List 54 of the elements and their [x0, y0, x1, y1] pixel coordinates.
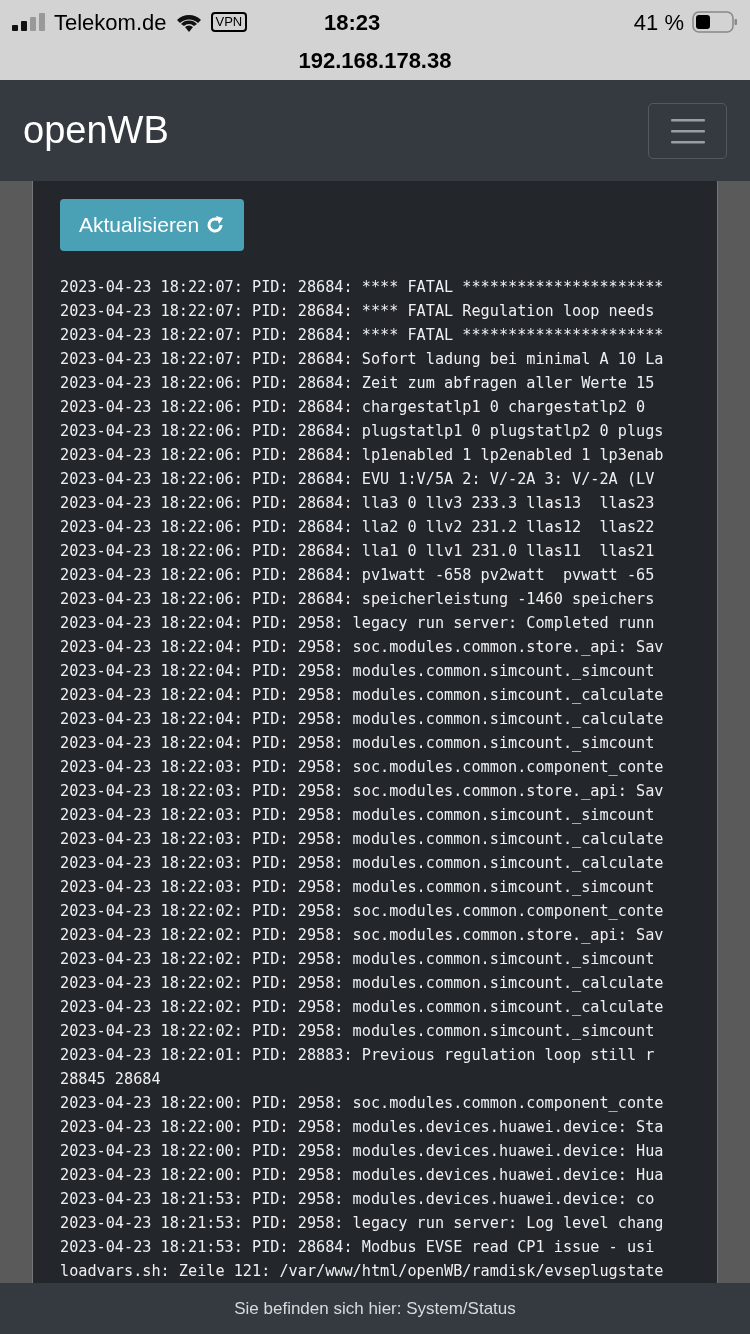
- url-text: 192.168.178.38: [298, 47, 452, 75]
- log-line: 2023-04-23 18:21:53: PID: 2958: legacy run server: Log level chang: [60, 1213, 664, 1234]
- vpn-badge: VPN: [210, 12, 248, 32]
- log-line: 2023-04-23 18:22:04: PID: 2958: modules.common.simcount._calculate: [60, 685, 664, 706]
- battery-percent: 41 %: [633, 8, 684, 37]
- log-line: 2023-04-23 18:22:07: PID: 28684: Sofort ladung bei minimal A 10 La: [60, 349, 664, 370]
- log-line: 2023-04-23 18:22:02: PID: 2958: modules.common.simcount._calculate: [60, 973, 664, 994]
- log-line: 2023-04-23 18:22:06: PID: 28684: EVU 1:V/5A 2: V/-2A 3: V/-2A (LV: [60, 469, 655, 490]
- log-line: 2023-04-23 18:22:02: PID: 2958: modules.common.simcount._calculate: [60, 997, 664, 1018]
- log-line: 2023-04-23 18:22:06: PID: 28684: lla3 0 llv3 233.3 llas13 llas23: [60, 493, 655, 514]
- log-line: 2023-04-23 18:22:02: PID: 2958: soc.modules.common.store._api: Sav: [60, 925, 664, 946]
- log-line: 2023-04-23 18:22:00: PID: 2958: modules.devices.huawei.device: Hua: [60, 1165, 664, 1186]
- log-line: 2023-04-23 18:22:04: PID: 2958: soc.modules.common.store._api: Sav: [60, 637, 664, 658]
- log-line: 28845 28684: [60, 1069, 161, 1090]
- log-line: 2023-04-23 18:22:06: PID: 28684: lla2 0 llv2 231.2 llas12 llas22: [60, 517, 655, 538]
- menu-icon: [670, 117, 705, 144]
- log-line: 2023-04-23 18:22:02: PID: 2958: soc.modules.common.component_conte: [60, 901, 664, 922]
- log-line: 2023-04-23 18:22:03: PID: 2958: modules.common.simcount._calculate: [60, 853, 664, 874]
- carrier-name: Telekom.de: [54, 8, 167, 37]
- brand-title[interactable]: openWB: [23, 102, 169, 159]
- log-line: 2023-04-23 18:22:06: PID: 28684: plugstatlp1 0 plugstatlp2 0 plugs: [60, 421, 664, 442]
- log-line: 2023-04-23 18:21:53: PID: 28684: Modbus EVSE read CP1 issue - usi: [60, 1237, 655, 1258]
- log-line: 2023-04-23 18:22:01: PID: 28883: Previous regulation loop still r: [60, 1045, 655, 1066]
- log-line: 2023-04-23 18:22:06: PID: 28684: lp1enabled 1 lp2enabled 1 lp3enab: [60, 445, 664, 466]
- log-line: 2023-04-23 18:22:04: PID: 2958: modules.common.simcount._simcount: [60, 733, 655, 754]
- log-line: 2023-04-23 18:22:02: PID: 2958: modules.common.simcount._simcount: [60, 949, 655, 970]
- log-line: 2023-04-23 18:22:07: PID: 28684: **** FATAL Regulation loop needs: [60, 301, 655, 322]
- log-line: 2023-04-23 18:22:04: PID: 2958: modules.common.simcount._calculate: [60, 709, 664, 730]
- refresh-icon: [205, 215, 226, 235]
- log-line: loadvars.sh: Zeile 121: /var/www/html/openWB/ramdisk/evseplugstate: [60, 1261, 664, 1282]
- log-line: 2023-04-23 18:22:06: PID: 28684: lla1 0 llv1 231.0 llas11 llas21: [60, 541, 655, 562]
- log-line: 2023-04-23 18:22:07: PID: 28684: **** FATAL **********************: [60, 325, 664, 346]
- breadcrumb-text: Sie befinden sich hier: System/Status: [234, 1297, 516, 1320]
- log-line: 2023-04-23 18:22:03: PID: 2958: soc.modules.common.store._api: Sav: [60, 781, 664, 802]
- log-line: 2023-04-23 18:22:06: PID: 28684: pv1watt -658 pv2watt pvwatt -65: [60, 565, 655, 586]
- log-line: 2023-04-23 18:22:04: PID: 2958: legacy run server: Completed runn: [60, 613, 655, 634]
- log-line: 2023-04-23 18:22:00: PID: 2958: soc.modules.common.component_conte: [60, 1093, 664, 1114]
- log-line: 2023-04-23 18:22:03: PID: 2958: modules.common.simcount._simcount: [60, 877, 655, 898]
- clock: 18:23: [324, 8, 381, 37]
- log-line: 2023-04-23 18:22:04: PID: 2958: modules.common.simcount._simcount: [60, 661, 655, 682]
- log-line: 2023-04-23 18:22:06: PID: 28684: chargestatlp1 0 chargestatlp2 0: [60, 397, 646, 418]
- battery-icon: [692, 11, 738, 33]
- log-line: 2023-04-23 18:22:00: PID: 2958: modules.devices.huawei.device: Hua: [60, 1141, 664, 1162]
- log-line: 2023-04-23 18:22:00: PID: 2958: modules.devices.huawei.device: Sta: [60, 1117, 664, 1138]
- log-line: 2023-04-23 18:22:02: PID: 2958: modules.common.simcount._simcount: [60, 1021, 655, 1042]
- log-line: 2023-04-23 18:22:07: PID: 28684: **** FATAL **********************: [60, 277, 664, 298]
- log-line: 2023-04-23 18:22:03: PID: 2958: modules.common.simcount._simcount: [60, 805, 655, 826]
- signal-icon: [12, 13, 46, 31]
- log-line: 2023-04-23 18:22:06: PID: 28684: speicherleistung -1460 speichers: [60, 589, 655, 610]
- log-line: 2023-04-23 18:22:03: PID: 2958: soc.modules.common.component_conte: [60, 757, 664, 778]
- log-line: 2023-04-23 18:22:06: PID: 28684: Zeit zum abfragen aller Werte 15: [60, 373, 655, 394]
- log-line: 2023-04-23 18:21:53: PID: 2958: modules.devices.huawei.device: co: [60, 1189, 655, 1210]
- log-line: 2023-04-23 18:22:03: PID: 2958: modules.common.simcount._calculate: [60, 829, 664, 850]
- menu-button[interactable]: [648, 102, 727, 159]
